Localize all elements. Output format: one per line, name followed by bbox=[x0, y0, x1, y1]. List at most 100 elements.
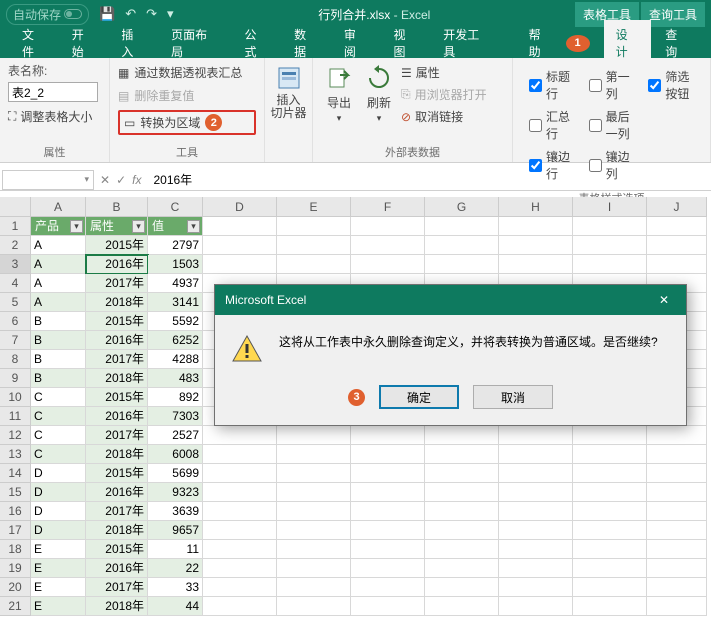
checkbox-icon[interactable] bbox=[648, 79, 661, 92]
col-header-H[interactable]: H bbox=[499, 197, 573, 217]
cell[interactable] bbox=[573, 540, 647, 559]
row-header[interactable]: 20 bbox=[0, 578, 31, 597]
cell[interactable] bbox=[351, 578, 425, 597]
chk-total-row[interactable]: 汇总行 bbox=[529, 108, 575, 142]
cell[interactable] bbox=[573, 426, 647, 445]
cell[interactable]: 2016年 bbox=[86, 255, 148, 274]
row-header[interactable]: 11 bbox=[0, 407, 31, 426]
chk-header-row[interactable]: 标题行 bbox=[529, 68, 575, 102]
cell[interactable]: 2017年 bbox=[86, 578, 148, 597]
cell[interactable] bbox=[425, 255, 499, 274]
cell[interactable] bbox=[647, 540, 707, 559]
cell[interactable] bbox=[425, 521, 499, 540]
cell[interactable] bbox=[499, 521, 573, 540]
row-header[interactable]: 19 bbox=[0, 559, 31, 578]
cell[interactable] bbox=[351, 445, 425, 464]
cell[interactable] bbox=[647, 217, 707, 236]
cell[interactable]: 2016年 bbox=[86, 483, 148, 502]
cell[interactable] bbox=[499, 483, 573, 502]
cell[interactable] bbox=[203, 502, 277, 521]
chevron-down-icon[interactable]: ▾ bbox=[84, 174, 89, 185]
cell[interactable]: D bbox=[31, 483, 86, 502]
cell[interactable] bbox=[203, 255, 277, 274]
row-header[interactable]: 2 bbox=[0, 236, 31, 255]
cell[interactable] bbox=[351, 217, 425, 236]
cell[interactable] bbox=[573, 217, 647, 236]
col-header-F[interactable]: F bbox=[351, 197, 425, 217]
cell[interactable] bbox=[573, 502, 647, 521]
convert-to-range-button[interactable]: ▭ 转换为区域 2 bbox=[118, 110, 256, 135]
cell[interactable]: 2016年 bbox=[86, 331, 148, 350]
cell[interactable]: 值▾ bbox=[148, 217, 203, 236]
cell[interactable] bbox=[499, 559, 573, 578]
cell[interactable] bbox=[647, 502, 707, 521]
cell[interactable] bbox=[573, 464, 647, 483]
cell[interactable]: 2017年 bbox=[86, 502, 148, 521]
cell[interactable] bbox=[425, 236, 499, 255]
row-header[interactable]: 15 bbox=[0, 483, 31, 502]
cancel-button[interactable]: 取消 bbox=[473, 385, 553, 409]
cell[interactable] bbox=[647, 426, 707, 445]
cell[interactable]: A bbox=[31, 293, 86, 312]
cell[interactable] bbox=[203, 540, 277, 559]
cell[interactable]: D bbox=[31, 521, 86, 540]
table-name-input[interactable] bbox=[8, 82, 98, 102]
cell[interactable] bbox=[647, 521, 707, 540]
cell[interactable] bbox=[351, 236, 425, 255]
cell[interactable] bbox=[425, 502, 499, 521]
cell[interactable] bbox=[573, 255, 647, 274]
cell[interactable] bbox=[351, 540, 425, 559]
cell[interactable] bbox=[351, 559, 425, 578]
cell[interactable]: 483 bbox=[148, 369, 203, 388]
cell[interactable]: 44 bbox=[148, 597, 203, 616]
cell[interactable] bbox=[647, 597, 707, 616]
cell[interactable] bbox=[499, 255, 573, 274]
cell[interactable] bbox=[277, 445, 351, 464]
cell[interactable]: 2015年 bbox=[86, 464, 148, 483]
cell[interactable] bbox=[425, 597, 499, 616]
col-header-B[interactable]: B bbox=[86, 197, 148, 217]
row-header[interactable]: 5 bbox=[0, 293, 31, 312]
cell[interactable] bbox=[203, 559, 277, 578]
cell[interactable] bbox=[351, 597, 425, 616]
row-header[interactable]: 21 bbox=[0, 597, 31, 616]
cell[interactable]: 5699 bbox=[148, 464, 203, 483]
filter-dropdown-icon[interactable]: ▾ bbox=[187, 220, 200, 233]
cell[interactable]: 2015年 bbox=[86, 236, 148, 255]
cell[interactable] bbox=[203, 578, 277, 597]
cell[interactable] bbox=[203, 236, 277, 255]
cell[interactable] bbox=[203, 464, 277, 483]
cell[interactable] bbox=[499, 597, 573, 616]
cell[interactable] bbox=[277, 236, 351, 255]
row-header[interactable]: 10 bbox=[0, 388, 31, 407]
cell[interactable]: 2016年 bbox=[86, 407, 148, 426]
cell[interactable]: 5592 bbox=[148, 312, 203, 331]
cell[interactable] bbox=[647, 559, 707, 578]
row-header[interactable]: 8 bbox=[0, 350, 31, 369]
cell[interactable]: 2527 bbox=[148, 426, 203, 445]
cell[interactable] bbox=[425, 464, 499, 483]
close-button[interactable]: ✕ bbox=[642, 285, 686, 315]
cell[interactable]: C bbox=[31, 445, 86, 464]
cell[interactable]: 4288 bbox=[148, 350, 203, 369]
cell[interactable] bbox=[499, 464, 573, 483]
row-header[interactable]: 18 bbox=[0, 540, 31, 559]
cell[interactable] bbox=[573, 578, 647, 597]
cell[interactable]: C bbox=[31, 388, 86, 407]
cell[interactable]: 2015年 bbox=[86, 388, 148, 407]
cell[interactable]: 2018年 bbox=[86, 445, 148, 464]
cell[interactable]: A bbox=[31, 274, 86, 293]
cell[interactable]: D bbox=[31, 502, 86, 521]
cell[interactable]: 2797 bbox=[148, 236, 203, 255]
row-header[interactable]: 16 bbox=[0, 502, 31, 521]
chk-first-col[interactable]: 第一列 bbox=[589, 68, 635, 102]
cell[interactable] bbox=[277, 559, 351, 578]
row-header[interactable]: 14 bbox=[0, 464, 31, 483]
cell[interactable] bbox=[425, 483, 499, 502]
chk-filter[interactable]: 筛选按钮 bbox=[648, 68, 694, 102]
checkbox-icon[interactable] bbox=[589, 79, 602, 92]
cell[interactable] bbox=[499, 540, 573, 559]
cell[interactable] bbox=[573, 445, 647, 464]
ok-button[interactable]: 确定 bbox=[379, 385, 459, 409]
cell[interactable] bbox=[647, 255, 707, 274]
